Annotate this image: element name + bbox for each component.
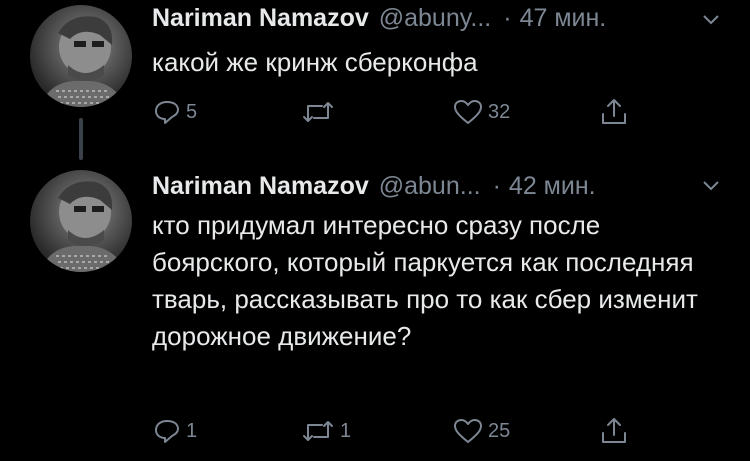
tweet[interactable]: Nariman Namazov @abuny... · 47 мин. како… bbox=[0, 0, 750, 160]
avatar[interactable] bbox=[30, 5, 132, 107]
tweet-header: Nariman Namazov @abuny... · 47 мин. bbox=[152, 2, 606, 34]
tweet-actions: 1 1 25 bbox=[0, 414, 750, 448]
chevron-down-icon[interactable] bbox=[700, 8, 722, 30]
tweet-actions: 5 32 bbox=[0, 95, 750, 129]
author-name[interactable]: Nariman Namazov bbox=[152, 4, 369, 33]
heart-icon bbox=[454, 100, 482, 124]
tweet-text: кто придумал интересно сразу после боярс… bbox=[152, 210, 698, 351]
share-button[interactable] bbox=[599, 95, 629, 129]
share-icon bbox=[602, 418, 626, 443]
avatar-portrait bbox=[40, 16, 126, 107]
timestamp[interactable]: 47 мин. bbox=[520, 4, 607, 33]
like-count: 32 bbox=[488, 100, 511, 123]
retweet-button[interactable] bbox=[300, 95, 340, 129]
author-name[interactable]: Nariman Namazov bbox=[152, 172, 369, 201]
like-count: 25 bbox=[488, 419, 511, 442]
separator-dot: · bbox=[503, 3, 512, 32]
share-button[interactable] bbox=[599, 414, 629, 448]
like-button[interactable]: 25 bbox=[452, 414, 510, 448]
reply-button[interactable]: 5 bbox=[152, 95, 197, 129]
avatar[interactable] bbox=[30, 170, 132, 272]
chevron-down-icon[interactable] bbox=[700, 174, 722, 196]
retweet-icon bbox=[303, 421, 333, 441]
share-icon bbox=[602, 99, 626, 124]
author-handle[interactable]: @abuny... bbox=[379, 4, 491, 33]
timestamp[interactable]: 42 мин. bbox=[509, 172, 596, 201]
reply-count: 5 bbox=[186, 100, 198, 123]
reply-count: 1 bbox=[186, 419, 198, 442]
retweet-button[interactable]: 1 bbox=[300, 414, 351, 448]
reply-button[interactable]: 1 bbox=[152, 414, 197, 448]
heart-icon bbox=[454, 419, 482, 443]
like-button[interactable]: 32 bbox=[452, 95, 510, 129]
reply-icon bbox=[155, 420, 179, 443]
tweet-header: Nariman Namazov @abun... · 42 мин. bbox=[152, 170, 596, 202]
tweet-text: какой же кринж сберконфа bbox=[152, 47, 478, 77]
separator-dot: · bbox=[492, 171, 501, 200]
avatar-portrait bbox=[40, 181, 126, 272]
author-handle[interactable]: @abun... bbox=[379, 172, 481, 201]
reply-icon bbox=[155, 101, 179, 124]
retweet-icon bbox=[303, 102, 333, 122]
retweet-count: 1 bbox=[340, 419, 352, 442]
